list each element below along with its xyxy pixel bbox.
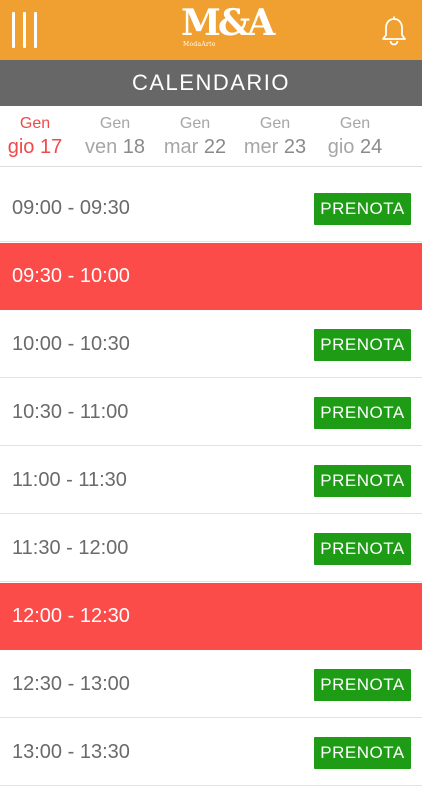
day-date: mer 23 <box>235 134 315 160</box>
day-date: gio 24 <box>315 134 395 160</box>
slot-time: 11:00 - 11:30 <box>12 469 127 491</box>
day-date: ven 18 <box>75 134 155 160</box>
book-button[interactable]: PRENOTA <box>314 737 411 769</box>
slot-time: 09:00 - 09:30 <box>12 197 130 219</box>
day-date: ve <box>395 134 422 160</box>
day-tab[interactable]: Gve <box>395 114 422 160</box>
slot-time: 13:00 - 13:30 <box>12 741 130 763</box>
day-number: 22 <box>203 136 227 158</box>
day-weekday: gio <box>7 136 35 158</box>
time-slot-booked: 09:30 - 10:00 <box>0 243 422 310</box>
day-tab[interactable]: Gen mar 22 <box>155 114 235 160</box>
time-slot: 12:30 - 13:00 PRENOTA <box>0 651 422 718</box>
day-month: Gen <box>179 115 211 132</box>
day-tab[interactable]: Gen gio 24 <box>315 114 395 160</box>
time-slot: 09:00 - 09:30 PRENOTA <box>0 175 422 242</box>
day-weekday: ven <box>84 136 118 158</box>
book-button[interactable]: PRENOTA <box>314 397 411 429</box>
time-slot: 10:30 - 11:00 PRENOTA <box>0 379 422 446</box>
book-button[interactable]: PRENOTA <box>314 533 411 565</box>
time-slot: 10:00 - 10:30 PRENOTA <box>0 311 422 378</box>
slot-time: 12:00 - 12:30 <box>12 605 130 627</box>
slot-time: 12:30 - 13:00 <box>12 673 130 695</box>
day-month: Gen <box>99 115 131 132</box>
bell-icon[interactable] <box>381 16 407 46</box>
book-button[interactable]: PRENOTA <box>314 329 411 361</box>
slot-time: 11:30 - 12:00 <box>12 537 129 559</box>
page-title: CALENDARIO <box>0 60 422 106</box>
day-weekday: mar <box>163 136 199 158</box>
day-weekday: gio <box>327 136 355 158</box>
slot-time: 10:00 - 10:30 <box>12 333 130 355</box>
time-slot: 11:30 - 12:00 PRENOTA <box>0 515 422 582</box>
day-tab[interactable]: Gen ven 18 <box>75 114 155 160</box>
logo-mark: M&A <box>181 2 275 44</box>
day-tab[interactable]: Gen gio 17 <box>0 114 75 160</box>
day-selector: Gen gio 17 Gen ven 18 Gen mar 22 Gen mer 23 Gen g… <box>0 106 422 167</box>
logo: M&A ModaArte <box>181 3 275 49</box>
day-month: Gen <box>19 115 51 132</box>
day-month: Gen <box>259 115 291 132</box>
day-date: mar 22 <box>155 134 235 160</box>
day-number: 24 <box>360 136 383 158</box>
day-number: 17 <box>40 136 63 158</box>
day-month: G <box>395 114 422 134</box>
book-button[interactable]: PRENOTA <box>314 669 411 701</box>
day-number: 18 <box>122 136 146 158</box>
time-slot-booked: 12:00 - 12:30 <box>0 583 422 650</box>
menu-icon[interactable] <box>12 12 38 48</box>
day-weekday: mer <box>243 136 279 158</box>
slot-time: 09:30 - 10:00 <box>12 265 130 287</box>
time-slot: 11:00 - 11:30 PRENOTA <box>0 447 422 514</box>
book-button[interactable]: PRENOTA <box>314 193 411 225</box>
app-header: M&A ModaArte <box>0 0 422 60</box>
time-slot: 13:00 - 13:30 PRENOTA <box>0 719 422 786</box>
book-button[interactable]: PRENOTA <box>314 465 411 497</box>
day-month: Gen <box>339 115 371 132</box>
logo-subtext: ModaArte <box>183 41 216 48</box>
day-date: gio 17 <box>0 134 75 160</box>
slot-time: 10:30 - 11:00 <box>12 401 129 423</box>
day-tab[interactable]: Gen mer 23 <box>235 114 315 160</box>
day-number: 23 <box>283 136 307 158</box>
